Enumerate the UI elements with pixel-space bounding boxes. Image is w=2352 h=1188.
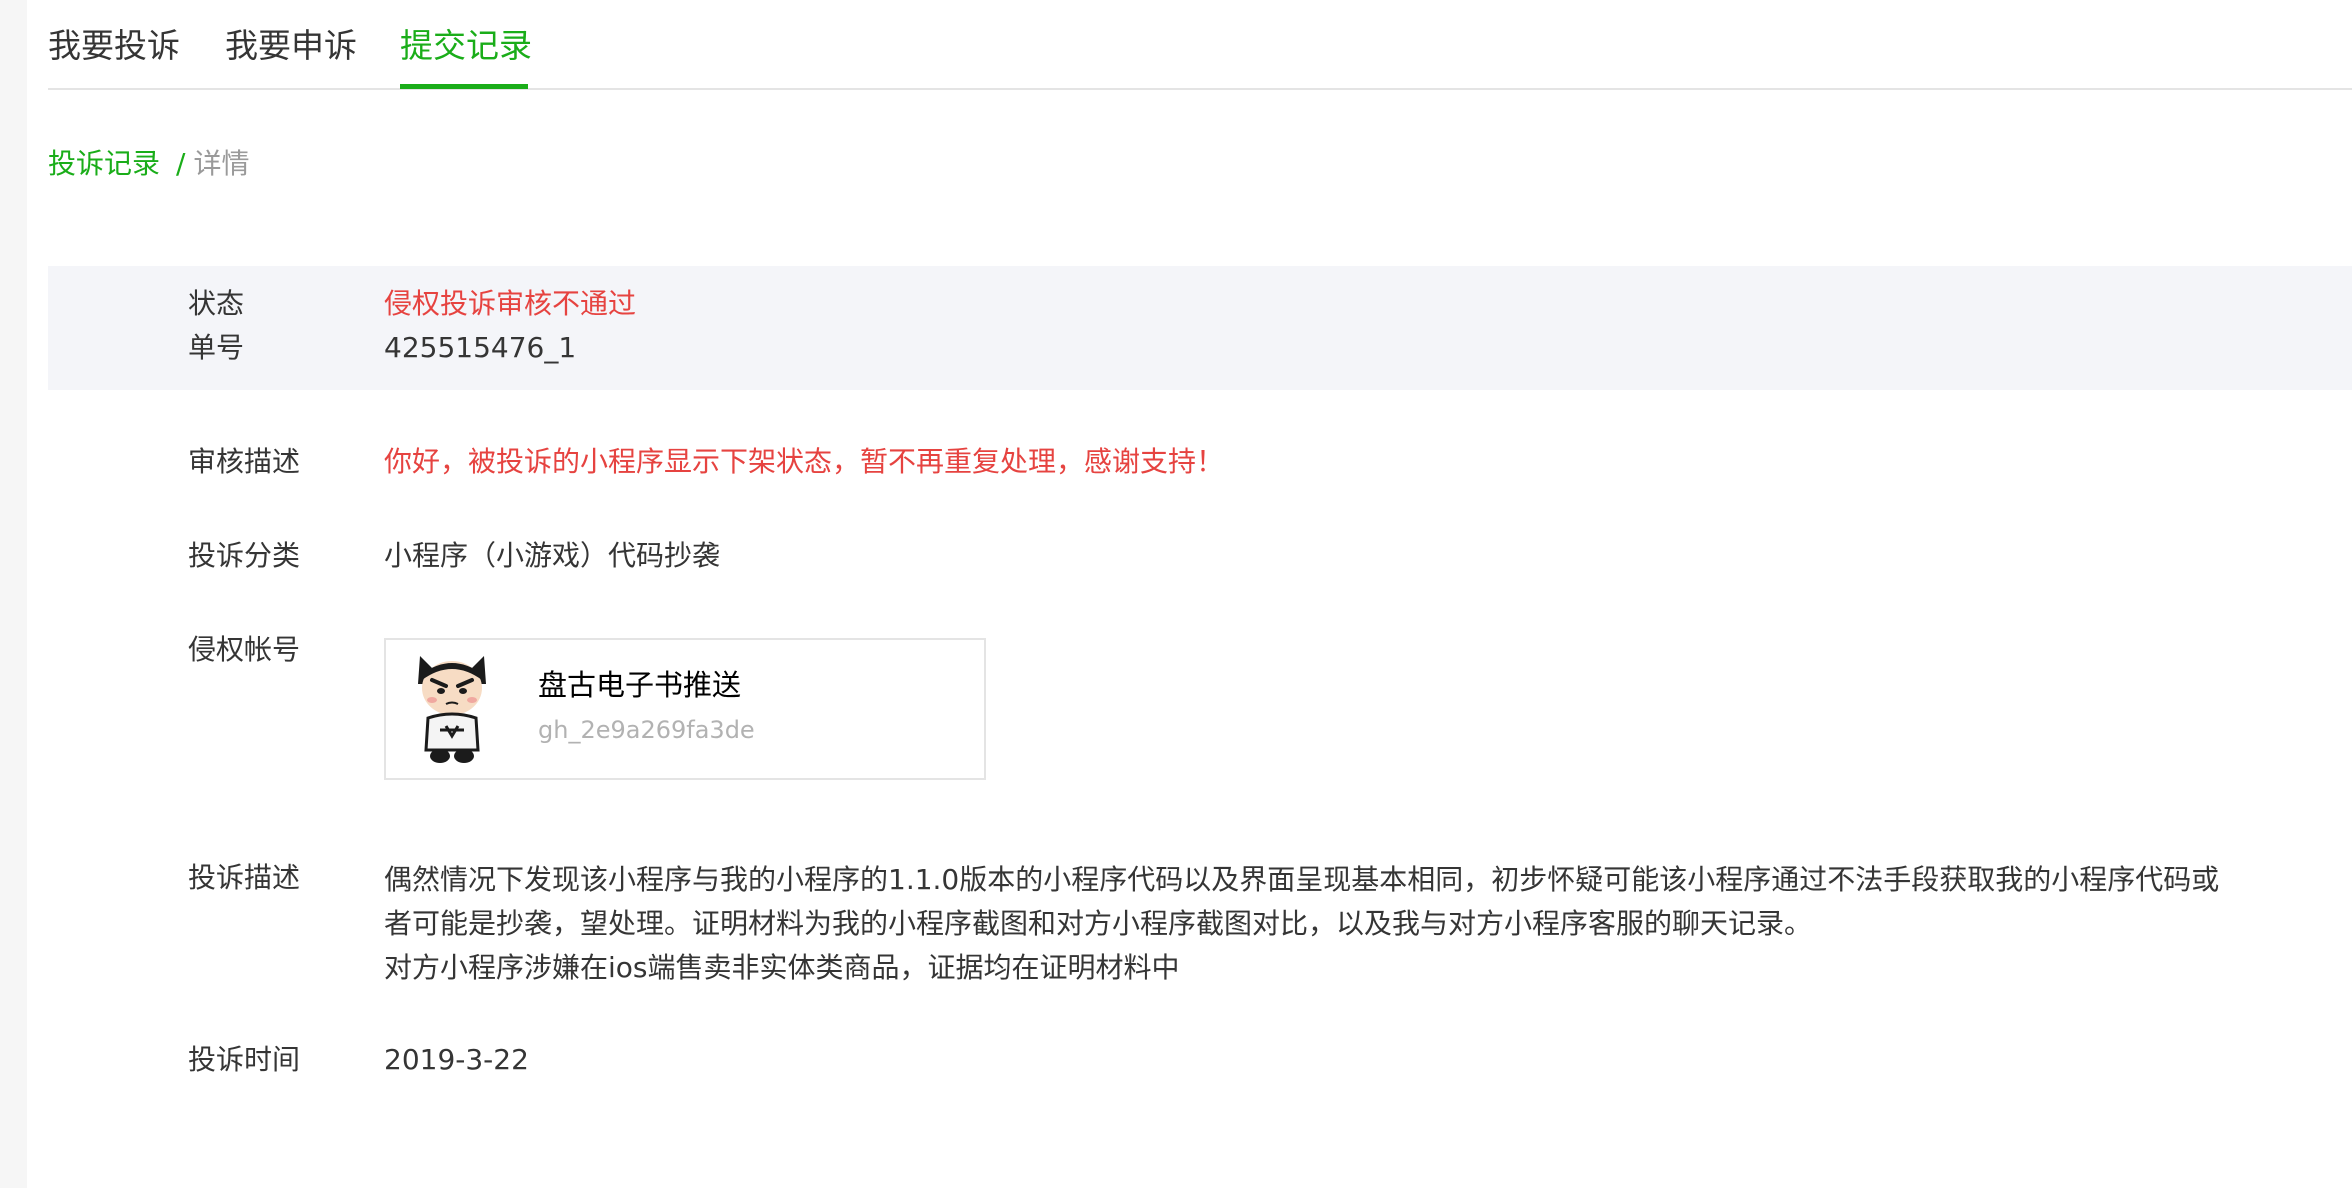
- cartoon-avatar-icon: [418, 656, 486, 763]
- account-id: gh_2e9a269fa3de: [538, 716, 755, 744]
- review-description-label: 审核描述: [188, 445, 301, 478]
- complaint-time-label: 投诉时间: [188, 1043, 301, 1076]
- complaint-description-value: 偶然情况下发现该小程序与我的小程序的1.1.0版本的小程序代码以及界面呈现基本相…: [384, 858, 2264, 990]
- breadcrumb-current: 详情: [193, 147, 250, 180]
- order-number-label: 单号: [188, 331, 245, 364]
- breadcrumb-separator: /: [176, 147, 186, 180]
- left-gutter: [0, 0, 27, 1188]
- breadcrumb: 投诉记录 / 详情: [48, 144, 249, 184]
- complaint-description-line: 对方小程序涉嫌在ios端售卖非实体类商品，证据均在证明材料中: [384, 951, 1180, 984]
- account-name: 盘古电子书推送: [538, 668, 742, 702]
- status-label: 状态: [188, 287, 245, 320]
- active-tab-indicator: [400, 84, 528, 89]
- infringing-account-label: 侵权帐号: [188, 633, 301, 666]
- complaint-time-value: 2019-3-22: [384, 1043, 529, 1076]
- complaint-detail-page: 我要投诉 我要申诉 提交记录 投诉记录 / 详情 状态 侵权投诉审核不通过 单号 4…: [48, 0, 2352, 1188]
- status-panel: 状态 侵权投诉审核不通过 单号 425515476_1: [48, 266, 2352, 390]
- tab-submission-records[interactable]: 提交记录: [400, 22, 532, 70]
- tab-file-complaint[interactable]: 我要投诉: [48, 22, 180, 70]
- tab-bar: 我要投诉 我要申诉 提交记录: [48, 0, 2352, 90]
- status-value: 侵权投诉审核不通过: [384, 287, 637, 320]
- complaint-category-label: 投诉分类: [188, 539, 301, 572]
- complaint-description-line: 者可能是抄袭，望处理。证明材料为我的小程序截图和对方小程序截图对比，以及我与对方…: [384, 907, 1813, 940]
- order-number-value: 425515476_1: [384, 331, 577, 364]
- infringing-account-card: 盘古电子书推送 gh_2e9a269fa3de: [384, 638, 986, 780]
- review-description-value: 你好，被投诉的小程序显示下架状态，暂不再重复处理，感谢支持！: [384, 445, 1225, 478]
- complaint-description-label: 投诉描述: [188, 861, 301, 894]
- breadcrumb-complaint-records-link[interactable]: 投诉记录: [48, 147, 160, 180]
- complaint-description-line: 偶然情况下发现该小程序与我的小程序的1.1.0版本的小程序代码以及界面呈现基本相…: [384, 863, 2220, 896]
- complaint-category-value: 小程序（小游戏）代码抄袭: [384, 539, 721, 572]
- tab-file-appeal[interactable]: 我要申诉: [225, 22, 357, 70]
